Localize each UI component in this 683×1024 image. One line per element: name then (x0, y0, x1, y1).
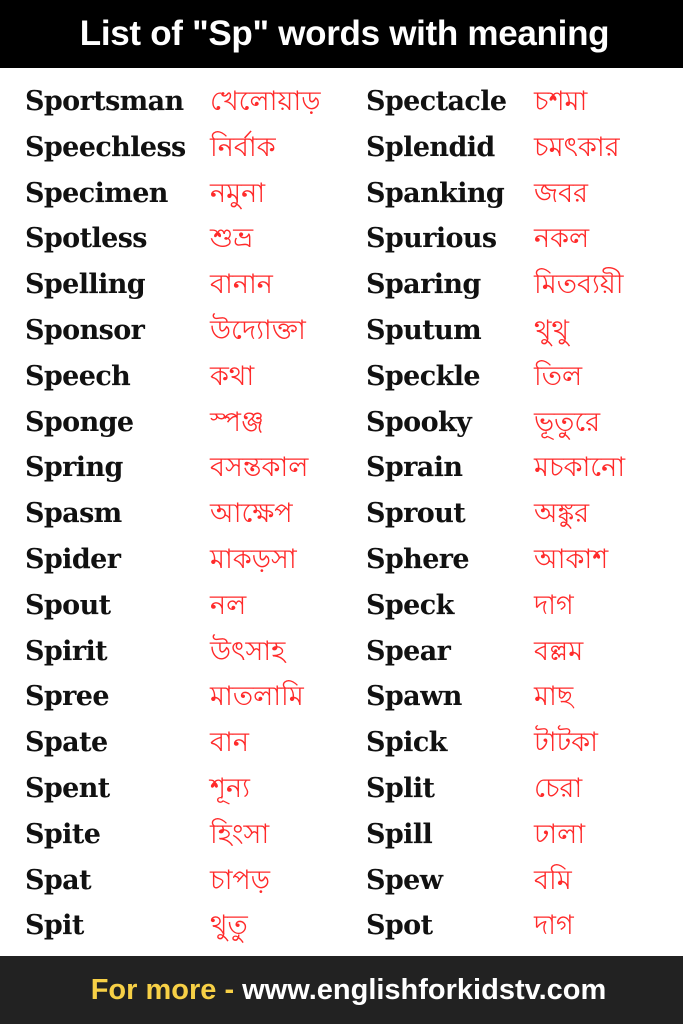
bengali-meaning: উৎসাহ (210, 635, 286, 667)
english-word: Spurious (366, 223, 497, 255)
bengali-meaning: থুতু (210, 910, 248, 942)
bengali-meaning: শুভ্র (210, 223, 254, 255)
english-word: Spate (25, 727, 108, 759)
bengali-meaning: আক্ষেপ (210, 498, 293, 530)
bengali-meaning: থুথু (534, 314, 569, 346)
bengali-meaning: স্পঞ্জ (210, 406, 265, 438)
bengali-meaning: বান (210, 727, 249, 759)
bengali-meaning: নির্বাক (210, 131, 276, 163)
english-word: Sponge (25, 406, 134, 438)
bengali-meaning: চমৎকার (534, 131, 620, 163)
website-link[interactable]: www.englishforkidstv.com (242, 974, 606, 1007)
page-title: List of "Sp" words with meaning (79, 14, 610, 53)
bengali-meaning: নকল (534, 223, 590, 255)
bengali-meaning: ঢালা (534, 818, 586, 850)
english-word: Spite (25, 818, 101, 850)
bengali-meaning: খেলোয়াড় (210, 86, 321, 117)
english-word: Spotless (25, 223, 148, 255)
english-word: Spew (366, 864, 443, 896)
english-word: Sportsman (25, 86, 184, 117)
english-word: Sponsor (25, 314, 145, 346)
english-word: Sphere (366, 543, 470, 575)
english-word: Splendid (366, 131, 495, 163)
footer-prefix: For more - (90, 973, 235, 1006)
bengali-meaning: জবর (534, 177, 589, 209)
bengali-meaning: হিংসা (210, 818, 270, 850)
english-word: Spent (25, 772, 110, 804)
bengali-meaning: বসন্তকাল (210, 452, 309, 484)
english-word: Speckle (366, 360, 481, 392)
bengali-meaning: বানান (210, 269, 273, 301)
bengali-meaning: দাগ (534, 910, 574, 942)
bengali-meaning: নমুনা (210, 177, 266, 209)
english-word: Spout (25, 589, 111, 621)
bengali-meaning: বল্লম (534, 635, 584, 667)
bengali-meaning: ভূতুরে (534, 406, 601, 438)
bengali-meaning: কথা (210, 360, 255, 392)
english-word: Spring (25, 452, 123, 484)
english-word: Spear (366, 635, 451, 667)
english-word: Sparing (366, 269, 481, 301)
bengali-meaning: চাপড় (210, 864, 271, 896)
bengali-meaning: আকাশ (534, 543, 609, 575)
english-word: Speck (366, 589, 454, 621)
bengali-meaning: মচকানো (534, 452, 626, 484)
title-banner: List of "Sp" words with meaning (0, 0, 683, 68)
english-word: Split (366, 772, 435, 804)
english-word: Sprout (366, 498, 466, 530)
bengali-meaning: উদ্যোক্তা (210, 314, 306, 346)
english-word: Spirit (25, 635, 108, 667)
bengali-meaning: চেরা (534, 772, 583, 804)
bengali-meaning: নল (210, 589, 247, 621)
english-word: Spat (25, 864, 92, 896)
bengali-meaning: বমি (534, 864, 572, 896)
english-word: Spawn (366, 681, 462, 713)
bengali-meaning: তিল (534, 360, 583, 392)
english-word: Sprain (366, 452, 463, 484)
english-word: Sputum (366, 314, 482, 346)
bengali-meaning: অঙ্কুর (534, 498, 590, 530)
english-word: Spider (25, 543, 121, 575)
bengali-meaning: মাতলামি (210, 681, 304, 713)
english-word: Spelling (25, 269, 146, 301)
english-word: Speech (25, 360, 131, 392)
english-word: Spectacle (366, 86, 507, 117)
bengali-meaning: চশমা (534, 86, 588, 117)
english-word: Spick (366, 727, 447, 759)
english-word: Spanking (366, 177, 505, 209)
english-word: Spot (366, 910, 433, 942)
bengali-meaning: মাকড়সা (210, 543, 297, 575)
english-word: Spree (25, 681, 110, 713)
word-list: Sportsman খেলোয়াড় Speechless নির্বাক Speci… (0, 79, 683, 949)
english-word: Speechless (25, 131, 186, 163)
bengali-meaning: শূন্য (210, 772, 250, 804)
english-word: Specimen (25, 177, 168, 209)
bengali-meaning: দাগ (534, 589, 574, 621)
bengali-meaning: মিতব্যয়ী (534, 269, 624, 301)
bengali-meaning: টাটকা (534, 727, 598, 759)
footer-banner: For more - www.englishforkidstv.com (0, 956, 683, 1024)
english-word: Spooky (366, 406, 472, 438)
bengali-meaning: মাছ (534, 681, 574, 713)
english-word: Spill (366, 818, 433, 850)
english-word: Spasm (25, 498, 122, 530)
english-word: Spit (25, 910, 84, 942)
